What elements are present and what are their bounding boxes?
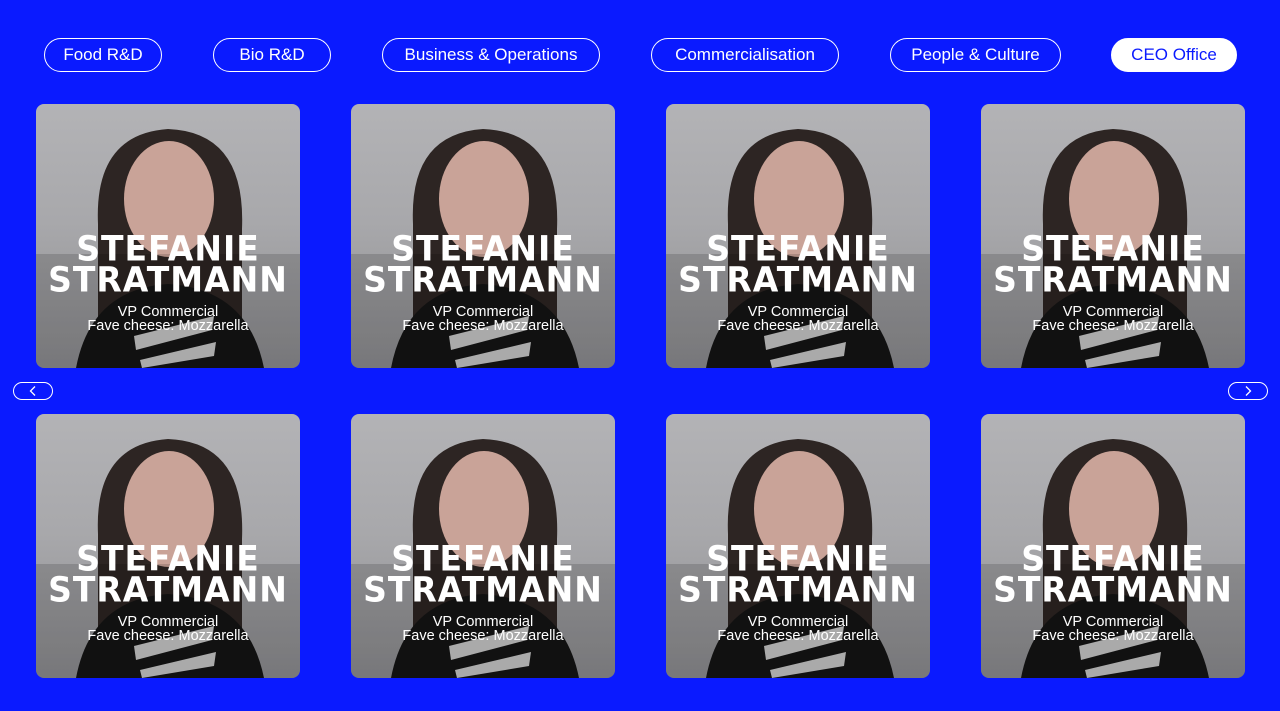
team-member-card[interactable]: STEFANIE STRATMANN VP Commercial Fave ch… bbox=[981, 414, 1245, 678]
member-last-name: STRATMANN bbox=[678, 569, 918, 610]
team-member-card[interactable]: STEFANIE STRATMANN VP Commercial Fave ch… bbox=[351, 414, 615, 678]
tab-business-operations[interactable]: Business & Operations bbox=[382, 38, 600, 72]
tab-food-rnd[interactable]: Food R&D bbox=[44, 38, 162, 72]
team-member-card[interactable]: STEFANIE STRATMANN VP Commercial Fave ch… bbox=[351, 104, 615, 368]
member-fave-cheese: Fave cheese: Mozzarella bbox=[402, 318, 564, 334]
member-last-name: STRATMANN bbox=[363, 259, 603, 300]
member-last-name: STRATMANN bbox=[678, 259, 918, 300]
team-member-card[interactable]: STEFANIE STRATMANN VP Commercial Fave ch… bbox=[36, 414, 300, 678]
member-fave-cheese: Fave cheese: Mozzarella bbox=[1032, 318, 1194, 334]
chevron-left-icon bbox=[29, 386, 36, 396]
member-fave-cheese: Fave cheese: Mozzarella bbox=[717, 628, 879, 644]
team-member-card[interactable]: STEFANIE STRATMANN VP Commercial Fave ch… bbox=[981, 104, 1245, 368]
member-fave-cheese: Fave cheese: Mozzarella bbox=[87, 628, 249, 644]
member-last-name: STRATMANN bbox=[48, 259, 288, 300]
tab-ceo-office[interactable]: CEO Office bbox=[1111, 38, 1237, 72]
member-fave-cheese: Fave cheese: Mozzarella bbox=[1032, 628, 1194, 644]
member-last-name: STRATMANN bbox=[993, 569, 1233, 610]
carousel-prev-button[interactable] bbox=[13, 382, 53, 400]
team-member-card[interactable]: STEFANIE STRATMANN VP Commercial Fave ch… bbox=[666, 104, 930, 368]
tab-people-culture[interactable]: People & Culture bbox=[890, 38, 1061, 72]
tab-commercialisation[interactable]: Commercialisation bbox=[651, 38, 839, 72]
chevron-right-icon bbox=[1245, 386, 1252, 396]
member-last-name: STRATMANN bbox=[993, 259, 1233, 300]
tab-bio-rnd[interactable]: Bio R&D bbox=[213, 38, 331, 72]
team-member-card[interactable]: STEFANIE STRATMANN VP Commercial Fave ch… bbox=[36, 104, 300, 368]
team-member-card[interactable]: STEFANIE STRATMANN VP Commercial Fave ch… bbox=[666, 414, 930, 678]
member-last-name: STRATMANN bbox=[48, 569, 288, 610]
member-fave-cheese: Fave cheese: Mozzarella bbox=[402, 628, 564, 644]
member-fave-cheese: Fave cheese: Mozzarella bbox=[87, 318, 249, 334]
department-tabs: Food R&D Bio R&D Business & Operations C… bbox=[0, 38, 1280, 72]
carousel-next-button[interactable] bbox=[1228, 382, 1268, 400]
member-fave-cheese: Fave cheese: Mozzarella bbox=[717, 318, 879, 334]
member-last-name: STRATMANN bbox=[363, 569, 603, 610]
